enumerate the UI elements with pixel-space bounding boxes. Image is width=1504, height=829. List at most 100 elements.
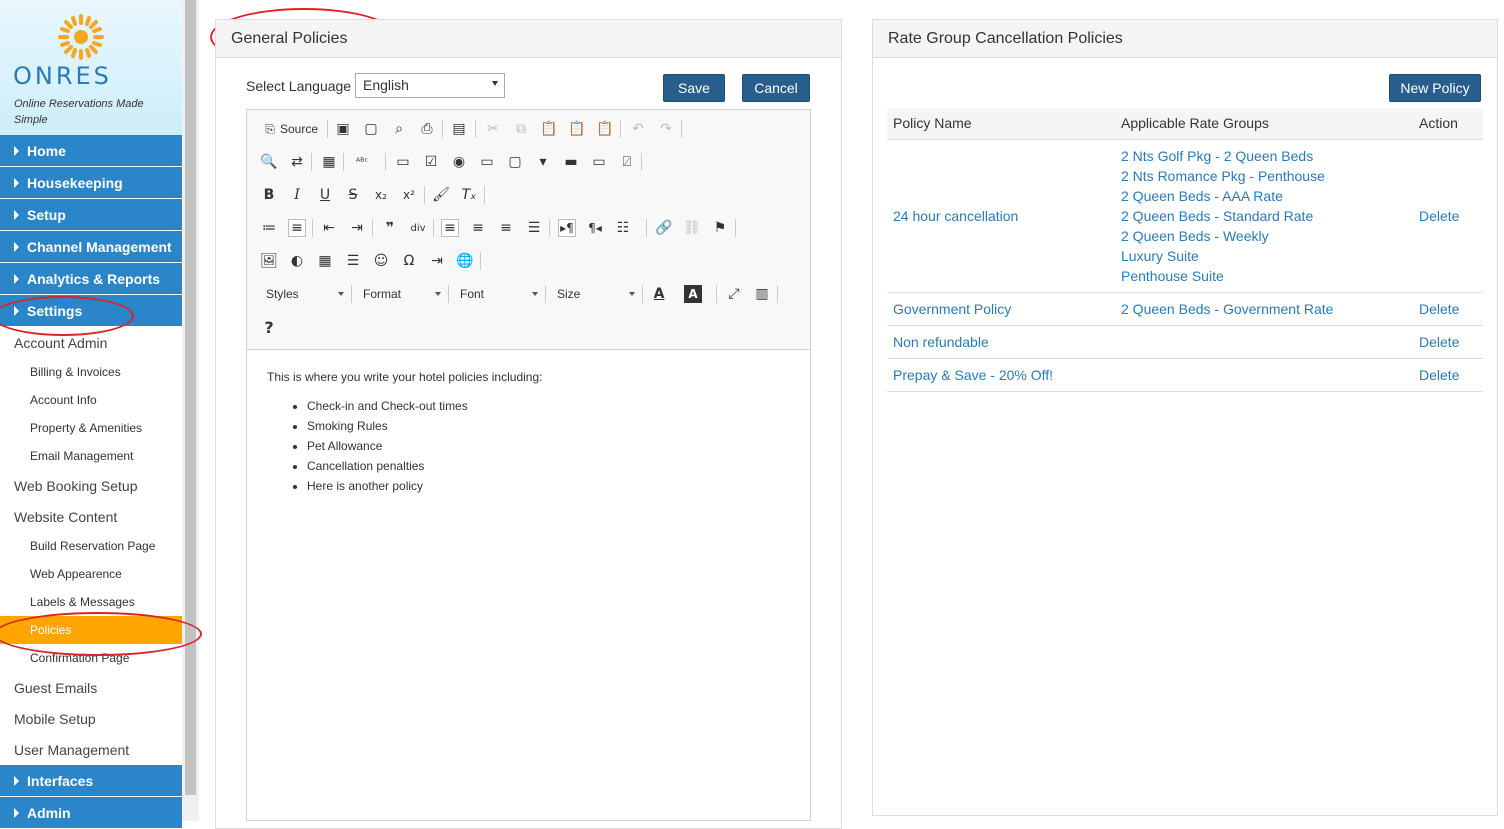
subnav-item-billing-and-invoices[interactable]: Billing & Invoices [0,358,182,386]
nav-item-interfaces[interactable]: Interfaces [0,765,182,797]
policy-name-link[interactable]: Prepay & Save - 20% Off! [893,367,1053,383]
policy-name-link[interactable]: Non refundable [893,334,989,350]
subnav-item-labels-and-messages[interactable]: Labels & Messages [0,588,182,616]
select-all-icon[interactable]: ▦ [320,153,338,171]
nav-item-housekeeping[interactable]: Housekeeping [0,167,182,199]
textarea-icon[interactable]: ▢ [506,153,524,171]
form-icon[interactable]: ▭ [394,153,412,171]
subnav-item-website-content[interactable]: Website Content [0,501,182,532]
subnav-item-web-booking-setup[interactable]: Web Booking Setup [0,470,182,501]
text-color-icon[interactable]: A [650,285,668,303]
save-icon[interactable]: ▣ [334,120,352,138]
horizontal-line-icon[interactable]: ☰ [344,252,362,270]
paste-text-icon[interactable]: 📋 [568,120,586,138]
link-icon[interactable]: 🔗 [655,219,673,237]
page-break-icon[interactable]: ⇥ [428,252,446,270]
hidden-field-icon[interactable]: ⍁ [618,153,636,171]
align-left-icon[interactable]: ≡ [441,219,459,237]
iframe-icon[interactable]: 🌐 [456,252,474,270]
spellcheck-icon[interactable]: ᴬᴮᶜ [353,153,371,171]
copy-icon[interactable]: ⧉ [512,120,530,138]
font-dropdown[interactable]: Font [460,283,538,305]
image-button-icon[interactable]: ▭ [590,153,608,171]
copy-format-icon[interactable]: 🖌 [432,186,450,204]
subnav-item-account-info[interactable]: Account Info [0,386,182,414]
nav-item-setup[interactable]: Setup [0,199,182,231]
nav-item-channel-management[interactable]: Channel Management [0,231,182,263]
anchor-flag-icon[interactable]: ⚑ [711,219,729,237]
italic-icon[interactable]: I [288,186,306,204]
nav-item-settings[interactable]: Settings [0,295,182,327]
subnav-item-policies[interactable]: Policies [0,616,182,644]
unlink-icon[interactable]: ⛓ [683,219,701,237]
subnav-item-build-reservation-page[interactable]: Build Reservation Page [0,532,182,560]
subscript-icon[interactable]: x₂ [372,186,390,204]
find-icon[interactable]: 🔍 [260,153,278,171]
styles-dropdown[interactable]: Styles [266,283,344,305]
show-blocks-icon[interactable]: ▥ [753,285,771,303]
new-policy-button[interactable]: New Policy [1389,74,1481,102]
checkbox-icon[interactable]: ☑ [422,153,440,171]
maximize-icon[interactable]: ⤢ [725,285,743,303]
image-icon[interactable]: 🖼 [260,252,278,270]
bulleted-list-icon[interactable]: ≡ [288,219,306,237]
rate-group-link[interactable]: 2 Queen Beds - Weekly [1121,226,1407,246]
align-center-icon[interactable]: ≡ [469,219,487,237]
indent-icon[interactable]: ⇥ [348,219,366,237]
subnav-item-email-management[interactable]: Email Management [0,442,182,470]
source-button[interactable]: Source [280,118,318,140]
rate-group-link[interactable]: 2 Queen Beds - AAA Rate [1121,186,1407,206]
div-container-icon[interactable]: div [409,219,427,237]
rate-group-link[interactable]: Penthouse Suite [1121,266,1407,286]
justify-icon[interactable]: ☰ [525,219,543,237]
help-icon[interactable]: ? [260,318,278,337]
language-select[interactable]: English [355,73,505,98]
policy-name-link[interactable]: Government Policy [893,301,1011,317]
flash-icon[interactable]: ◐ [288,252,306,270]
smiley-icon[interactable]: ☺ [372,252,390,270]
select-field-icon[interactable]: ▾ [534,153,552,171]
rate-group-link[interactable]: Luxury Suite [1121,246,1407,266]
sidebar-scrollbar[interactable] [182,0,199,821]
preview-icon[interactable]: ⌕ [390,120,408,138]
radio-icon[interactable]: ◉ [450,153,468,171]
subnav-item-guest-emails[interactable]: Guest Emails [0,672,182,703]
subnav-item-mobile-setup[interactable]: Mobile Setup [0,703,182,734]
format-dropdown[interactable]: Format [363,283,441,305]
special-char-icon[interactable]: Ω [400,252,418,270]
nav-item-home[interactable]: Home [0,135,182,167]
subnav-item-web-appearence[interactable]: Web Appearence [0,560,182,588]
delete-link[interactable]: Delete [1419,334,1459,350]
policy-name-link[interactable]: 24 hour cancellation [893,208,1018,224]
editor-content[interactable]: This is where you write your hotel polic… [247,350,810,516]
button-field-icon[interactable]: ▬ [562,153,580,171]
numbered-list-icon[interactable]: ≔ [260,219,278,237]
subnav-item-property-and-amenities[interactable]: Property & Amenities [0,414,182,442]
subnav-item-user-management[interactable]: User Management [0,734,182,765]
nav-item-analytics-and-reports[interactable]: Analytics & Reports [0,263,182,295]
nav-item-admin[interactable]: Admin [0,797,182,829]
delete-link[interactable]: Delete [1419,208,1459,224]
save-button[interactable]: Save [663,74,725,102]
text-field-icon[interactable]: ▭ [478,153,496,171]
templates-icon[interactable]: ▤ [450,120,468,138]
background-color-icon[interactable]: A [684,285,702,303]
remove-format-icon[interactable]: Tₓ [460,186,478,204]
ltr-icon[interactable]: ▸¶ [558,219,576,237]
table-icon[interactable]: ▦ [316,252,334,270]
rate-group-link[interactable]: 2 Nts Golf Pkg - 2 Queen Beds [1121,146,1407,166]
delete-link[interactable]: Delete [1419,301,1459,317]
language-direction-icon[interactable]: ☷ [614,219,632,237]
bold-icon[interactable]: B [260,186,278,204]
cancel-button[interactable]: Cancel [742,74,810,102]
undo-icon[interactable]: ↶ [629,120,647,138]
paste-icon[interactable]: 📋 [540,120,558,138]
underline-icon[interactable]: U [316,186,334,204]
new-page-icon[interactable]: ▢ [362,120,380,138]
subnav-item-confirmation-page[interactable]: Confirmation Page [0,644,182,672]
replace-icon[interactable]: ⇄ [288,153,306,171]
strikethrough-icon[interactable]: S [344,186,362,204]
rtl-icon[interactable]: ¶◂ [586,219,604,237]
cut-icon[interactable]: ✂ [484,120,502,138]
align-right-icon[interactable]: ≡ [497,219,515,237]
